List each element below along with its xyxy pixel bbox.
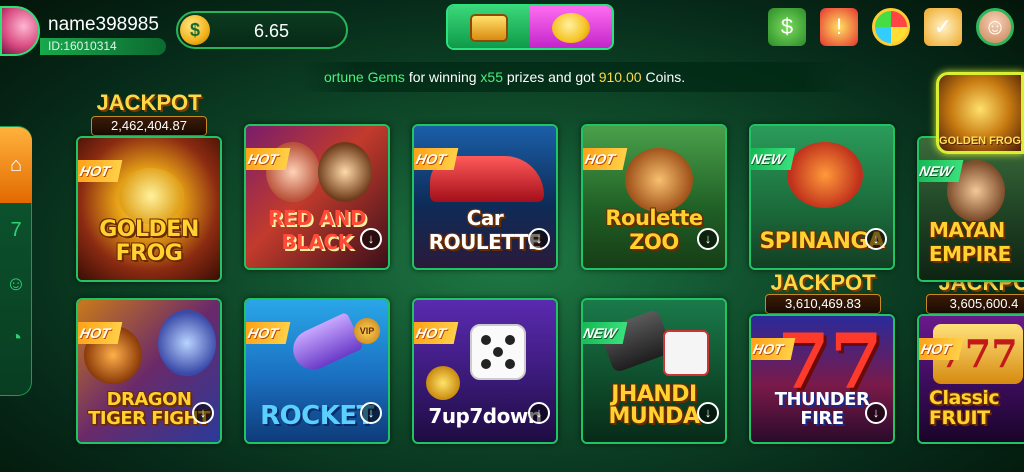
slots-777-icon[interactable]: 7 [0, 203, 32, 257]
dice-icon [470, 324, 526, 380]
hot-badge: HOT [246, 322, 291, 344]
tiger-icon [625, 148, 693, 212]
hot-badge: HOT [583, 148, 628, 170]
download-icon[interactable]: ↓ [528, 402, 550, 424]
vip-badge-icon: VIP [354, 318, 380, 344]
jackpot-value: 3,605,600.4 [926, 294, 1024, 314]
game-tile-mayan-empire[interactable]: NEW MAYAN EMPIRE [917, 136, 1024, 282]
winner-marquee: ortune Gems for winning x55 prizes and g… [300, 62, 860, 92]
jackpot-label: JACKPOT [96, 90, 202, 115]
top-bar: name398985 ID:16010314 $ 6.65 $ ! ✓ ☺ [0, 0, 1024, 62]
mask-icon [787, 142, 863, 208]
user-name: name398985 [48, 14, 159, 35]
download-icon[interactable]: ↓ [360, 228, 382, 250]
download-icon[interactable]: ↓ [697, 228, 719, 250]
download-icon[interactable]: ↓ [360, 402, 382, 424]
hot-badge: HOT [751, 338, 796, 360]
download-icon[interactable]: ↓ [697, 402, 719, 424]
game-tile-rocket[interactable]: VIP HOT ROCKET ↓ [244, 298, 390, 444]
new-badge: NEW [751, 148, 796, 170]
task-icon[interactable]: ✓ [924, 8, 962, 46]
game-title: MAYAN EMPIRE [929, 218, 1011, 266]
marquee-game: ortune Gems [324, 69, 405, 85]
marquee-tail: Coins. [641, 69, 686, 85]
cash-icon[interactable]: $ [768, 8, 806, 46]
avatar[interactable] [0, 6, 40, 56]
game-title: GOLDEN FROG [99, 217, 199, 266]
game-tile-thunder-fire[interactable]: 77 HOT THUNDER FIRE ↓ [749, 314, 895, 444]
jackpot-value: 2,462,404.87 [91, 116, 207, 136]
game-tile-dragon-tiger-fight[interactable]: HOT DRAGON TIGER FIGHT ↓ [76, 298, 222, 444]
download-icon[interactable]: ↓ [865, 228, 887, 250]
marquee-text: for winning [404, 69, 481, 85]
game-tile-spinanga[interactable]: NEW SPINANGA ↓ [749, 124, 895, 270]
top-actions: $ ! ✓ ☺ [768, 8, 1014, 46]
piggy-bank-icon [552, 13, 590, 43]
tab-piggy-bank[interactable] [530, 6, 612, 48]
frog-icon [118, 168, 184, 224]
gift-icon[interactable]: ! [820, 8, 858, 46]
floating-game-title: GOLDEN FROG [939, 135, 1021, 147]
game-tile-classic-fruit[interactable]: 777 HOT Classic FRUIT [917, 314, 1024, 444]
balance-value: 6.65 [254, 21, 290, 41]
new-badge: NEW [583, 322, 628, 344]
balance-display[interactable]: $ 6.65 [176, 11, 348, 49]
prize-wheel-icon[interactable] [872, 8, 910, 46]
dice-icon [663, 330, 709, 376]
hot-badge: HOT [414, 148, 459, 170]
hot-badge: HOT [78, 160, 123, 182]
hot-badge: HOT [78, 322, 123, 344]
home-icon[interactable]: ⌂ [0, 127, 32, 203]
game-tile-7up7down[interactable]: HOT 7up7down ↓ [412, 298, 558, 444]
tab-treasure[interactable] [448, 6, 530, 48]
game-tile-jhandi-munda[interactable]: NEW JHANDI MUNDA ↓ [581, 298, 727, 444]
download-icon[interactable]: ↓ [528, 228, 550, 250]
game-tile-red-and-black[interactable]: HOT RED AND BLACK ↓ [244, 124, 390, 270]
download-icon[interactable]: ↓ [865, 402, 887, 424]
promo-tabs [446, 4, 614, 50]
hot-badge: HOT [246, 148, 291, 170]
download-icon[interactable]: ↓ [192, 402, 214, 424]
dragon-icon [158, 310, 216, 376]
user-id: ID:16010314 [40, 38, 166, 55]
treasure-chest-icon [470, 14, 508, 42]
clock-icon[interactable]: ◔ [0, 311, 32, 365]
marquee-amount: 910.00 [598, 69, 642, 85]
game-tile-roulette-zoo[interactable]: HOT Roulette ZOO ↓ [581, 124, 727, 270]
game-title: Classic FRUIT [929, 387, 1000, 429]
dollar-coin-icon: $ [180, 15, 210, 45]
jackpot-value: 3,610,469.83 [765, 294, 881, 314]
jackpot-label: JACKPOT [770, 270, 876, 295]
marquee-multiplier: x55 [480, 69, 503, 85]
customer-support-icon[interactable]: ☺ [976, 8, 1014, 46]
marquee-text-2: prizes and got [503, 69, 599, 85]
hot-badge: HOT [414, 322, 459, 344]
new-badge: NEW [919, 160, 964, 182]
gold-coin-icon [426, 366, 460, 400]
game-tile-golden-frog[interactable]: HOT GOLDEN FROG [76, 136, 222, 282]
game-tile-car-roulette[interactable]: HOT Car ROULETTE ↓ [412, 124, 558, 270]
king-character [318, 142, 372, 202]
friends-icon[interactable]: ☺ [0, 257, 32, 311]
floating-game-shortcut[interactable]: GOLDEN FROG [936, 72, 1024, 154]
hot-badge: HOT [919, 338, 964, 360]
left-nav: ⌂ 7 ☺ ◔ [0, 126, 32, 396]
